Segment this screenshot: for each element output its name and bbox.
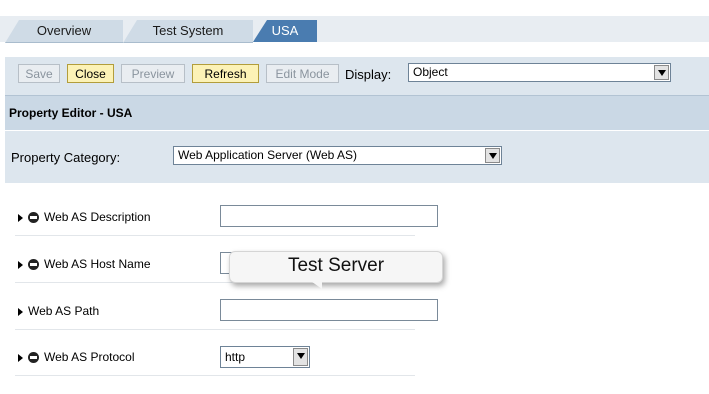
refresh-button[interactable]: Refresh: [192, 64, 259, 83]
chevron-down-icon[interactable]: [485, 148, 500, 163]
property-row-web-as-protocol: Web AS Protocol: [15, 339, 415, 376]
web-as-path-input[interactable]: [220, 299, 438, 321]
tab-overview[interactable]: Overview: [5, 20, 123, 43]
top-strip: [0, 0, 709, 16]
property-label: Web AS Path: [28, 304, 100, 318]
property-editor-header: Property Editor - USA: [5, 95, 709, 130]
property-category-label: Property Category:: [11, 150, 121, 165]
globe-icon: [28, 259, 39, 270]
display-select[interactable]: Object: [408, 63, 671, 82]
globe-icon: [28, 212, 39, 223]
tab-test-system[interactable]: Test System: [123, 20, 253, 43]
expand-triangle-icon[interactable]: [18, 214, 23, 222]
property-label: Web AS Protocol: [44, 350, 135, 364]
web-as-description-input[interactable]: [220, 205, 438, 227]
property-panel: Web AS Description Web AS Host Name Web …: [5, 183, 709, 394]
property-category-select[interactable]: Web Application Server (Web AS): [173, 146, 502, 165]
save-button[interactable]: Save: [18, 64, 60, 83]
tooltip-text: Test Server: [287, 255, 385, 276]
close-button[interactable]: Close: [67, 64, 114, 83]
tab-overview-label: Overview: [36, 23, 92, 38]
toolbar: Save Close Preview Refresh Edit Mode Dis…: [5, 57, 709, 95]
globe-icon: [28, 352, 39, 363]
expand-triangle-icon[interactable]: [18, 354, 23, 362]
property-label: Web AS Host Name: [44, 257, 151, 271]
display-label: Display:: [345, 67, 392, 82]
tooltip-tail: [308, 279, 322, 289]
property-editor-title: Property Editor - USA: [9, 106, 133, 120]
property-label: Web AS Description: [44, 210, 151, 224]
expand-triangle-icon[interactable]: [18, 261, 23, 269]
property-category-value: Web Application Server (Web AS): [178, 148, 357, 162]
display-select-value: Object: [413, 65, 448, 79]
property-category-bar: Property Category: Web Application Serve…: [5, 131, 709, 183]
preview-button[interactable]: Preview: [121, 64, 185, 83]
web-as-protocol-value: http: [225, 350, 246, 364]
web-as-protocol-select[interactable]: http: [220, 346, 310, 368]
chevron-down-icon[interactable]: [293, 348, 308, 366]
edit-mode-button[interactable]: Edit Mode: [266, 64, 339, 83]
tab-test-system-label: Test System: [152, 23, 224, 38]
expand-triangle-icon[interactable]: [18, 308, 23, 316]
tooltip-callout: Test Server: [229, 251, 443, 289]
chevron-down-icon[interactable]: [654, 65, 669, 80]
